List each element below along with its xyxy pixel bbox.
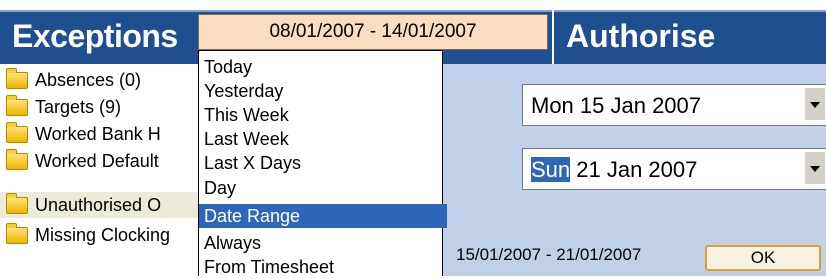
folder-icon xyxy=(6,222,28,244)
authorise-range-text: 15/01/2007 - 21/01/2007 xyxy=(456,245,642,264)
list-item-label: Unauthorised O xyxy=(35,194,162,215)
folder-icon xyxy=(6,192,28,214)
ok-button[interactable]: OK xyxy=(705,245,821,271)
list-item-label: Worked Bank H xyxy=(35,123,161,144)
to-date-rest: 21 Jan 2007 xyxy=(570,157,698,182)
to-date-day-highlight: Sun xyxy=(531,157,571,182)
option-this-week[interactable]: This Week xyxy=(199,103,447,127)
authorise-title: Authorise xyxy=(566,18,716,54)
from-date-picker[interactable]: Mon 15 Jan 2007 xyxy=(522,84,826,126)
folder-icon xyxy=(6,67,28,89)
option-last-x-days[interactable]: Last X Days xyxy=(199,151,447,175)
date-range-value: 08/01/2007 - 14/01/2007 xyxy=(269,21,477,42)
to-date-value: Sun 21 Jan 2007 xyxy=(531,157,697,183)
folder-icon xyxy=(6,121,28,143)
list-item-label: Worked Default xyxy=(35,150,159,171)
from-date-value: Mon 15 Jan 2007 xyxy=(531,93,702,118)
list-item-label: Missing Clocking xyxy=(35,224,171,245)
option-yesterday[interactable]: Yesterday xyxy=(199,79,447,103)
option-from-timesheet[interactable]: From Timesheet xyxy=(199,255,447,279)
to-date-picker[interactable]: Sun 21 Jan 2007 xyxy=(522,148,826,190)
folder-icon xyxy=(6,148,28,170)
date-range-select[interactable]: 08/01/2007 - 14/01/2007 xyxy=(198,14,548,50)
exceptions-title: Exceptions xyxy=(12,18,178,54)
list-item-label: Targets (9) xyxy=(35,96,122,117)
date-range-dropdown: Today Yesterday This Week Last Week Last… xyxy=(198,50,447,277)
list-item-label: Absences (0) xyxy=(35,69,142,90)
option-always[interactable]: Always xyxy=(199,231,447,255)
option-day[interactable]: Day xyxy=(199,176,447,200)
folder-icon xyxy=(6,94,28,116)
option-date-range[interactable]: Date Range xyxy=(199,204,447,228)
option-today[interactable]: Today xyxy=(199,55,447,79)
chevron-down-icon[interactable] xyxy=(804,88,825,120)
chevron-down-icon[interactable] xyxy=(804,152,825,184)
option-last-week[interactable]: Last Week xyxy=(199,127,447,151)
